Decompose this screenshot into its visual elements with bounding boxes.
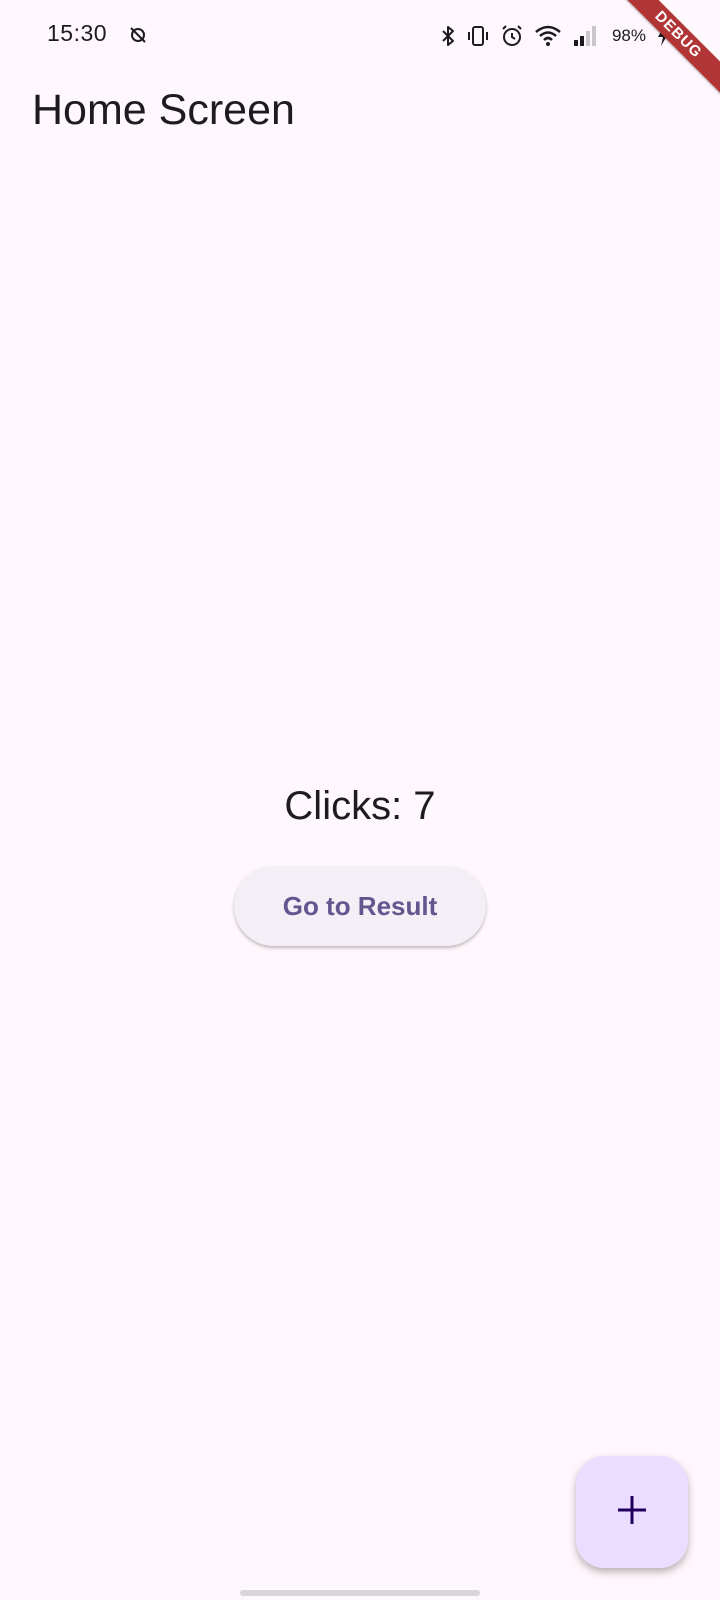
- main-content: Clicks: 7 Go to Result: [0, 778, 720, 946]
- clicks-counter: Clicks: 7: [284, 784, 436, 828]
- app-screen: 15:30 98% DEBUG Home Screen Clicks: 7 Go…: [0, 0, 720, 1600]
- battery-percent: 98%: [611, 26, 646, 45]
- battery-charging-icon: [656, 23, 670, 49]
- signal-icon: [572, 23, 598, 49]
- status-time: 15:30: [47, 20, 108, 46]
- wifi-icon: [534, 23, 562, 49]
- status-bar: 15:30 98%: [0, 0, 720, 72]
- add-button[interactable]: [576, 1456, 688, 1568]
- page-title: Home Screen: [32, 86, 295, 134]
- status-icons: 98%: [440, 22, 670, 50]
- app-bar: Home Screen: [0, 72, 720, 150]
- bluetooth-icon: [440, 23, 456, 49]
- alarm-icon: [500, 23, 524, 49]
- no-sync-icon: [128, 25, 148, 45]
- go-to-result-button[interactable]: Go to Result: [234, 866, 486, 946]
- gesture-nav-bar[interactable]: [240, 1590, 480, 1596]
- add-icon: [615, 1493, 649, 1532]
- vibrate-icon: [466, 23, 490, 49]
